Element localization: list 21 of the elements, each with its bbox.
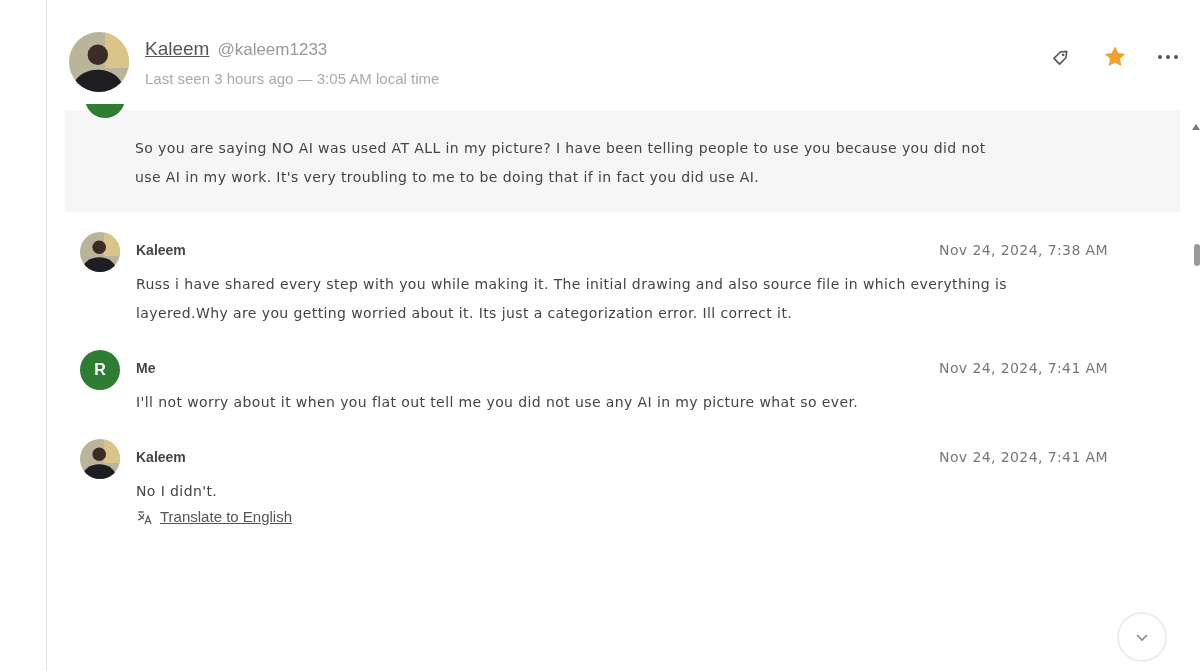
translate-icon[interactable] <box>136 508 152 525</box>
last-seen-text: Last seen 3 hours ago — 3:05 AM local time <box>145 69 441 87</box>
sender-name: Me <box>136 360 156 376</box>
timestamp: Nov 24, 2024, 7:41 AM <box>939 449 1108 465</box>
sender-name: Kaleem <box>136 242 186 258</box>
message-text: No I didn't. <box>136 482 219 501</box>
sender-name: Kaleem <box>136 449 186 465</box>
timestamp: Nov 24, 2024, 7:38 AM <box>939 242 1108 258</box>
star-icon[interactable] <box>1104 46 1126 68</box>
message-text: I'll not worry about it when you flat out tell me you did not use any AI in my picture what so ever. <box>136 393 860 412</box>
contact-name-link[interactable]: Kaleem <box>145 37 210 60</box>
avatar: R <box>80 350 120 390</box>
translate-link[interactable]: Translate to English <box>160 508 292 525</box>
username: @kaleem1233 <box>217 39 328 60</box>
scrollbar-thumb[interactable] <box>1194 244 1200 266</box>
message-text: Russ i have shared every step with you while making it. The initial drawing and also source file in which everything is layered.Why are you getting worried about it. Its just a categorization error. Ill correct it. <box>136 275 1008 323</box>
timestamp: Nov 24, 2024, 7:41 AM <box>939 360 1108 376</box>
avatar <box>69 32 129 92</box>
more-icon[interactable] <box>1156 53 1180 61</box>
scroll-up-arrow-icon[interactable] <box>1192 124 1200 130</box>
message-text: So you are saying NO AI was used AT ALL in my picture? I have been telling people to use you because you did not use AI in my work. It's very troubling to me to be doing that if in fact you did use AI. <box>135 139 987 187</box>
